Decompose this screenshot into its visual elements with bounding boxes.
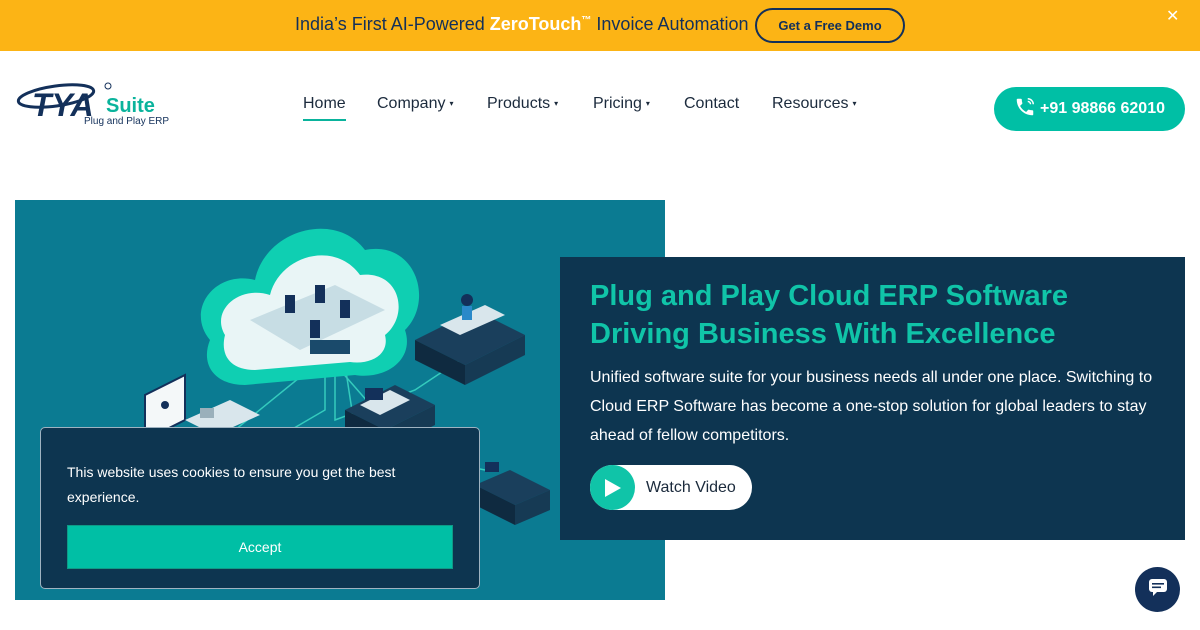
cloud-shape: [200, 228, 420, 385]
accept-cookies-button[interactable]: Accept: [67, 525, 453, 569]
caret-down-icon: ▾: [852, 99, 857, 108]
nav-pricing-label: Pricing: [593, 95, 642, 112]
phone-number: +91 98866 62010: [1039, 100, 1165, 117]
announcement-prefix: India’s First AI-Powered: [295, 14, 490, 34]
announcement-bar: India’s First AI-Powered ZeroTouch™ Invo…: [0, 0, 1200, 51]
announcement-text: India’s First AI-Powered ZeroTouch™ Invo…: [295, 14, 749, 35]
announcement-suffix: Invoice Automation: [591, 14, 749, 34]
chat-widget-button[interactable]: [1135, 567, 1180, 612]
announcement-highlight: ZeroTouch: [489, 14, 582, 34]
trademark-symbol: ™: [581, 15, 592, 26]
nav-products[interactable]: Products ▾: [487, 95, 558, 113]
caret-down-icon: ▾: [554, 99, 559, 108]
hero-card: Plug and Play Cloud ERP Software Driving…: [560, 257, 1185, 540]
watch-video-button[interactable]: Watch Video: [590, 465, 752, 510]
nav-company[interactable]: Company ▾: [377, 95, 454, 113]
nav-resources-label: Resources: [772, 95, 849, 112]
watch-video-label: Watch Video: [646, 478, 736, 496]
nav-pricing[interactable]: Pricing ▾: [593, 95, 650, 113]
phone-call-button[interactable]: +91 98866 62010: [994, 87, 1185, 131]
logo-word: Suite: [106, 95, 155, 117]
nav-contact-label: Contact: [684, 95, 740, 112]
hero-title: Plug and Play Cloud ERP Software Driving…: [590, 280, 1069, 350]
cookie-banner: This website uses cookies to ensure you …: [40, 427, 480, 589]
nav-resources[interactable]: Resources ▾: [772, 95, 857, 113]
phone-icon: [1014, 96, 1036, 123]
close-icon[interactable]: ✕: [1166, 6, 1179, 26]
nav-home[interactable]: Home: [303, 95, 346, 121]
play-icon: [590, 465, 635, 510]
get-free-demo-button[interactable]: Get a Free Demo: [755, 8, 905, 43]
caret-down-icon: ▾: [449, 99, 454, 108]
logo-tagline: Plug and Play ERP: [84, 116, 170, 127]
nav-contact[interactable]: Contact: [684, 95, 739, 113]
nav-products-label: Products: [487, 95, 551, 112]
nav-home-label: Home: [303, 95, 346, 112]
cookie-message: This website uses cookies to ensure you …: [67, 464, 396, 505]
hero-description: Unified software suite for your business…: [590, 369, 1153, 444]
caret-down-icon: ▾: [645, 99, 650, 108]
chat-icon: [1147, 576, 1169, 603]
nav-company-label: Company: [377, 95, 446, 112]
